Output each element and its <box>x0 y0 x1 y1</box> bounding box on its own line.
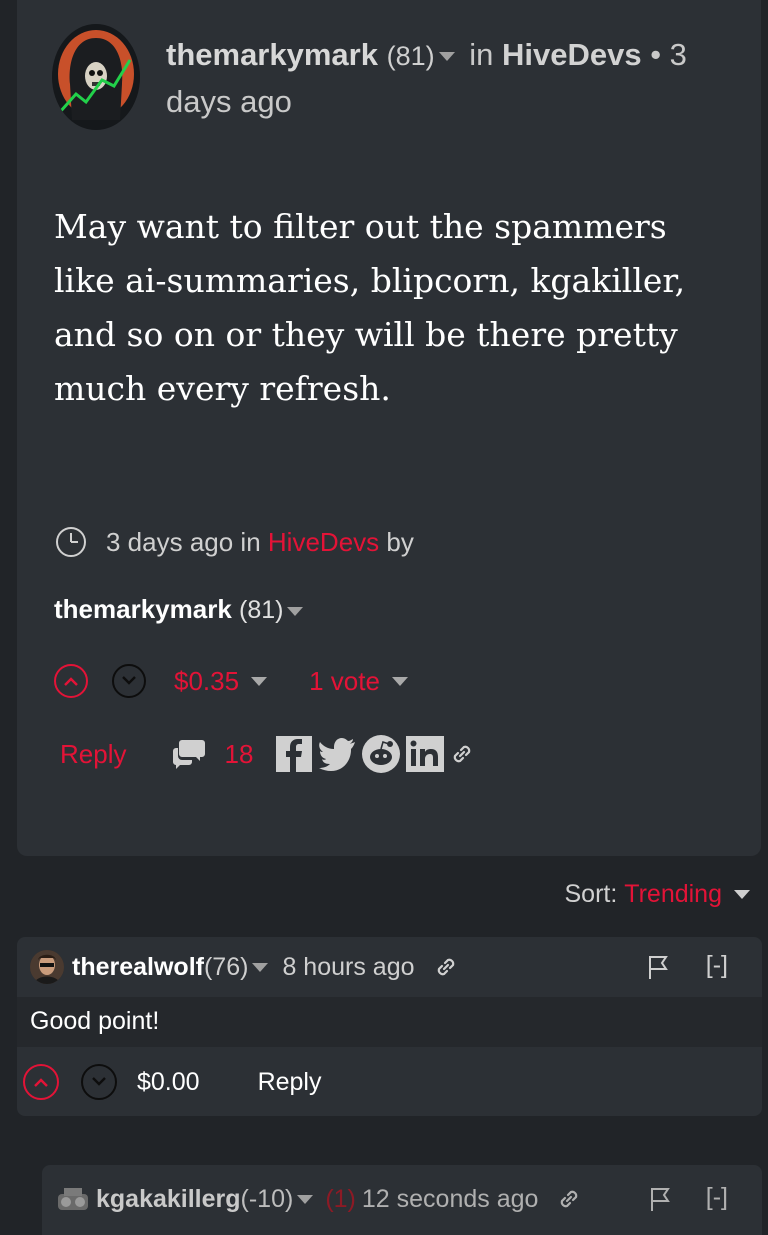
sort-control[interactable]: Sort: Trending <box>564 880 750 909</box>
link-icon[interactable] <box>449 741 475 767</box>
meta-by: by <box>386 526 414 557</box>
nested-reply-author[interactable]: kgakakillerg <box>96 1185 241 1214</box>
post-header: themarkymark (81) in HiveDevs • 3 days a… <box>166 32 736 125</box>
meta-community-link[interactable]: HiveDevs <box>268 527 379 558</box>
post-payout[interactable]: $0.35 <box>174 666 239 697</box>
post-author-reputation: (81) <box>386 41 435 71</box>
linkedin-icon[interactable] <box>405 735 445 773</box>
post-votes[interactable]: 1 vote <box>309 666 380 697</box>
downvote-icon <box>122 676 136 685</box>
payout-chevron-down-icon[interactable] <box>251 676 268 686</box>
sort-chevron-down-icon[interactable] <box>734 890 750 899</box>
sort-value[interactable]: Trending <box>624 880 722 909</box>
comment-payout[interactable]: $0.00 <box>137 1068 200 1097</box>
post-card <box>17 0 761 856</box>
comment-link-icon[interactable] <box>433 954 459 980</box>
community-link[interactable]: HiveDevs <box>502 37 642 72</box>
facebook-icon[interactable] <box>275 735 313 773</box>
author-avatar[interactable] <box>52 24 140 130</box>
clock-icon <box>56 527 86 557</box>
commenter-avatar[interactable] <box>30 950 64 984</box>
sort-label: Sort: <box>564 880 618 908</box>
upvote-icon <box>64 677 78 686</box>
comment-upvote-button[interactable] <box>23 1064 59 1100</box>
post-body: May want to filter out the spammers like… <box>54 207 686 408</box>
commenter-name[interactable]: therealwolf <box>72 953 204 982</box>
nested-reply-chevron-down-icon[interactable] <box>297 1194 314 1204</box>
nested-reply-flag-icon[interactable] <box>650 1186 672 1212</box>
meta-author-reputation: (81) <box>239 596 284 624</box>
in-label: in <box>469 37 494 72</box>
comment-time[interactable]: 8 hours ago <box>282 953 414 982</box>
collapse-toggle[interactable]: [-] <box>706 951 728 980</box>
comment-body: Good point! <box>17 997 762 1047</box>
comment-icon[interactable] <box>172 738 206 770</box>
comment-count[interactable]: 18 <box>224 739 253 770</box>
post-meta: 3 days ago in HiveDevs by <box>54 525 414 559</box>
votes-chevron-down-icon[interactable] <box>391 676 408 686</box>
nested-reply-card: kgakakillerg (-10) (1) 12 seconds ago [-… <box>42 1165 762 1235</box>
comment-reply-button[interactable]: Reply <box>258 1068 322 1097</box>
upvote-button[interactable] <box>54 664 88 698</box>
commenter-chevron-down-icon[interactable] <box>252 962 269 972</box>
flag-icon[interactable] <box>648 954 670 980</box>
comment-header: therealwolf (76) 8 hours ago [-] <box>17 937 762 997</box>
nested-reply-collapse-toggle[interactable]: [-] <box>706 1183 728 1212</box>
post-reply-button[interactable]: Reply <box>60 739 126 770</box>
meta-time: 3 days ago in <box>106 526 261 557</box>
downvote-button[interactable] <box>112 664 146 698</box>
upvote-icon <box>34 1078 48 1087</box>
comment-downvote-button[interactable] <box>81 1064 117 1100</box>
downvote-icon <box>92 1077 106 1086</box>
nested-reply-link-icon[interactable] <box>556 1186 582 1212</box>
vote-row: $0.35 1 vote <box>54 664 408 698</box>
nested-reply-flag-count: (1) <box>325 1184 356 1213</box>
meta-author-name[interactable]: themarkymark <box>54 594 232 624</box>
author-menu-chevron-down-icon[interactable] <box>438 52 455 62</box>
comment-actions: $0.00 Reply <box>23 1064 321 1100</box>
nested-reply-header: kgakakillerg (-10) (1) 12 seconds ago [-… <box>42 1177 762 1221</box>
twitter-icon[interactable] <box>317 736 357 772</box>
nested-reply-reputation: (-10) <box>240 1184 294 1213</box>
reddit-icon[interactable] <box>361 734 401 774</box>
meta-author-chevron-down-icon[interactable] <box>287 606 304 616</box>
action-row: Reply 18 <box>60 734 475 774</box>
nested-reply-avatar[interactable] <box>56 1184 90 1214</box>
commenter-reputation: (76) <box>203 952 249 981</box>
post-author-name[interactable]: themarkymark <box>166 37 378 72</box>
nested-reply-time[interactable]: 12 seconds ago <box>362 1185 539 1214</box>
meta-author: themarkymark (81) <box>54 594 309 625</box>
